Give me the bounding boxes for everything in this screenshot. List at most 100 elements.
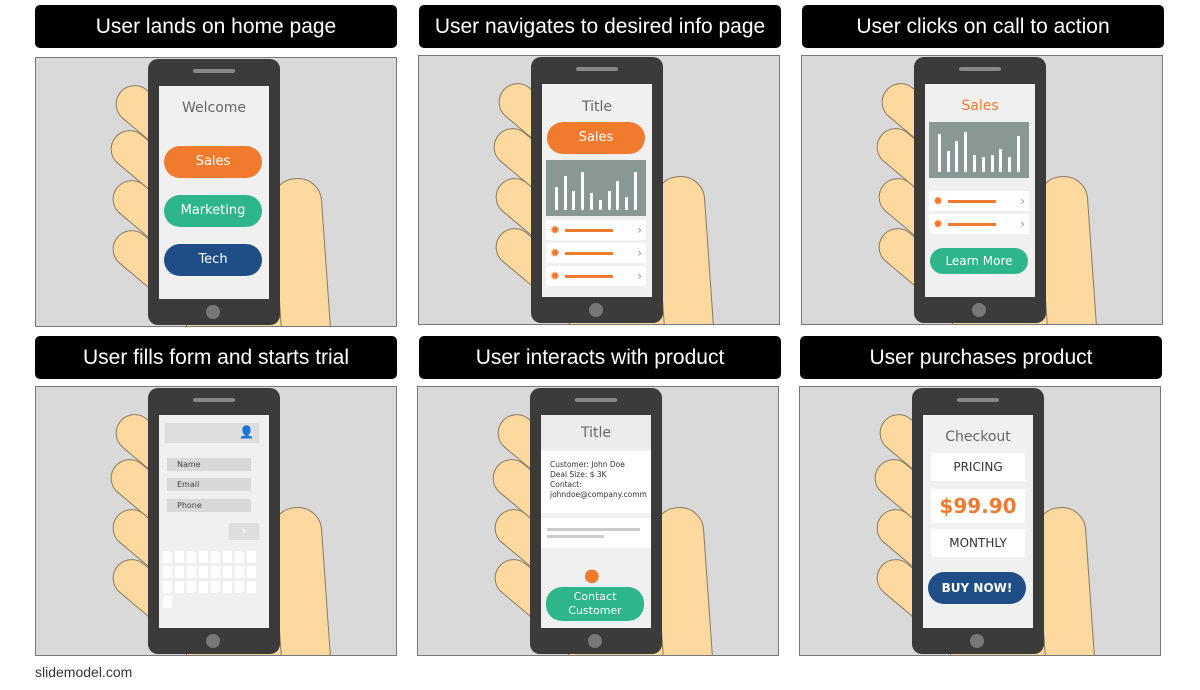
keyboard-key[interactable] (247, 551, 256, 563)
contact-customer-button[interactable]: Contact Customer (546, 587, 644, 621)
keyboard-key[interactable] (247, 581, 256, 593)
step-1-title: User lands on home page (35, 5, 397, 48)
email-field[interactable]: Email (167, 478, 251, 491)
phone-field[interactable]: Phone (167, 499, 251, 512)
home-button[interactable] (206, 305, 220, 319)
star-icon: ✹ (550, 223, 561, 237)
next-button[interactable]: › (229, 523, 259, 540)
phone: Welcome Sales Marketing Tech (148, 59, 280, 325)
keyboard-key[interactable] (211, 566, 220, 578)
phone-screen: Sales ✹ › ✹ › Learn More (925, 84, 1035, 297)
keyboard-key[interactable] (211, 551, 220, 563)
buy-now-button[interactable]: BUY NOW! (928, 572, 1026, 604)
list-item[interactable]: ✹ › (929, 191, 1029, 211)
keyboard-key[interactable] (163, 581, 172, 593)
keyboard-key[interactable] (235, 581, 244, 593)
contact-label: Contact: (550, 480, 582, 489)
keyboard-key[interactable] (163, 566, 172, 578)
keyboard-key[interactable] (163, 596, 172, 608)
phone: Title Sales ✹ › ✹ › ✹ › (531, 57, 663, 323)
step-2-panel: Title Sales ✹ › ✹ › ✹ › (418, 55, 780, 325)
keyboard-key[interactable] (187, 566, 196, 578)
keyboard-key[interactable] (199, 551, 208, 563)
phone-screen: Checkout PRICING $99.90 MONTHLY BUY NOW! (923, 415, 1033, 628)
keyboard-key[interactable] (223, 551, 232, 563)
star-icon: ✹ (550, 269, 561, 283)
home-button[interactable] (589, 303, 603, 317)
keyboard-key[interactable] (163, 551, 172, 563)
chart-bar (937, 134, 941, 172)
phone: Checkout PRICING $99.90 MONTHLY BUY NOW! (912, 388, 1044, 654)
customer-info: Customer: John Doe Deal Size: $ 3K Conta… (541, 451, 651, 513)
pricing-label: PRICING (931, 453, 1025, 481)
phone-screen: 👤 Name Email Phone › (159, 415, 269, 628)
screen-title: Sales (961, 98, 999, 114)
keyboard-key[interactable] (187, 551, 196, 563)
chart-bar (964, 132, 968, 172)
step-2-title: User navigates to desired info page (419, 5, 781, 48)
chart-bar (572, 191, 576, 210)
list-item[interactable]: ✹ › (929, 214, 1029, 234)
step-6-panel: Checkout PRICING $99.90 MONTHLY BUY NOW! (799, 386, 1161, 656)
keyboard-key[interactable] (187, 581, 196, 593)
chart-bar (616, 180, 620, 210)
home-button[interactable] (588, 634, 602, 648)
contact-email: johndoe@company.comm (550, 490, 647, 499)
phone: Title Customer: John Doe Deal Size: $ 3K… (530, 388, 662, 654)
price: $99.90 (931, 489, 1025, 523)
phone-screen: Welcome Sales Marketing Tech (159, 86, 269, 299)
deal-size: Deal Size: $ 3K (550, 470, 607, 479)
home-button[interactable] (206, 634, 220, 648)
step-4-panel: 👤 Name Email Phone › (35, 386, 397, 656)
list-item[interactable]: ✹ › (546, 220, 646, 240)
home-button[interactable] (970, 634, 984, 648)
marketing-button[interactable]: Marketing (164, 195, 262, 227)
list-item[interactable]: ✹ › (546, 266, 646, 286)
sales-button[interactable]: Sales (164, 146, 262, 178)
person-icon: ● (584, 565, 600, 586)
list-item[interactable]: ✹ › (546, 243, 646, 263)
keyboard-key[interactable] (223, 566, 232, 578)
chart-bar (607, 191, 611, 210)
chevron-right-icon: › (1020, 217, 1025, 231)
tech-button[interactable]: Tech (164, 244, 262, 276)
chart-bar (581, 172, 585, 210)
chevron-right-icon: › (637, 223, 642, 237)
star-icon: ✹ (933, 194, 944, 208)
keyboard-key[interactable] (175, 566, 184, 578)
chart-bar (554, 186, 558, 210)
phone-screen: Title Customer: John Doe Deal Size: $ 3K… (541, 415, 651, 628)
customer-name: Customer: John Doe (550, 460, 625, 469)
header-bar: 👤 (165, 423, 259, 443)
step-5-title: User interacts with product (419, 336, 781, 379)
user-icon: 👤 (239, 425, 254, 439)
keyboard-key[interactable] (199, 566, 208, 578)
keyboard-key[interactable] (247, 566, 256, 578)
phone-screen: Title Sales ✹ › ✹ › ✹ › (542, 84, 652, 297)
sales-button[interactable]: Sales (547, 122, 645, 154)
keyboard-key[interactable] (211, 581, 220, 593)
keyboard-key[interactable] (175, 581, 184, 593)
keyboard-key[interactable] (199, 581, 208, 593)
keyboard-key[interactable] (235, 566, 244, 578)
screen-title: Title (581, 99, 612, 115)
phone: Sales ✹ › ✹ › Learn More (914, 57, 1046, 323)
home-button[interactable] (972, 303, 986, 317)
chart-bar (990, 155, 994, 172)
step-3-title: User clicks on call to action (802, 5, 1164, 48)
name-field[interactable]: Name (167, 458, 251, 471)
period-label: MONTHLY (931, 529, 1025, 557)
chart-bar (1017, 136, 1021, 172)
chevron-right-icon: › (1020, 194, 1025, 208)
chevron-right-icon: › (637, 269, 642, 283)
footer-credit: slidemodel.com (35, 664, 133, 680)
keyboard-key[interactable] (175, 551, 184, 563)
chart-bar (625, 197, 629, 210)
keyboard-key[interactable] (235, 551, 244, 563)
learn-more-button[interactable]: Learn More (930, 248, 1028, 274)
step-3-panel: Sales ✹ › ✹ › Learn More (801, 55, 1163, 325)
keyboard[interactable] (163, 551, 265, 608)
bar-chart (929, 122, 1029, 178)
keyboard-key[interactable] (223, 581, 232, 593)
step-4-title: User fills form and starts trial (35, 336, 397, 379)
